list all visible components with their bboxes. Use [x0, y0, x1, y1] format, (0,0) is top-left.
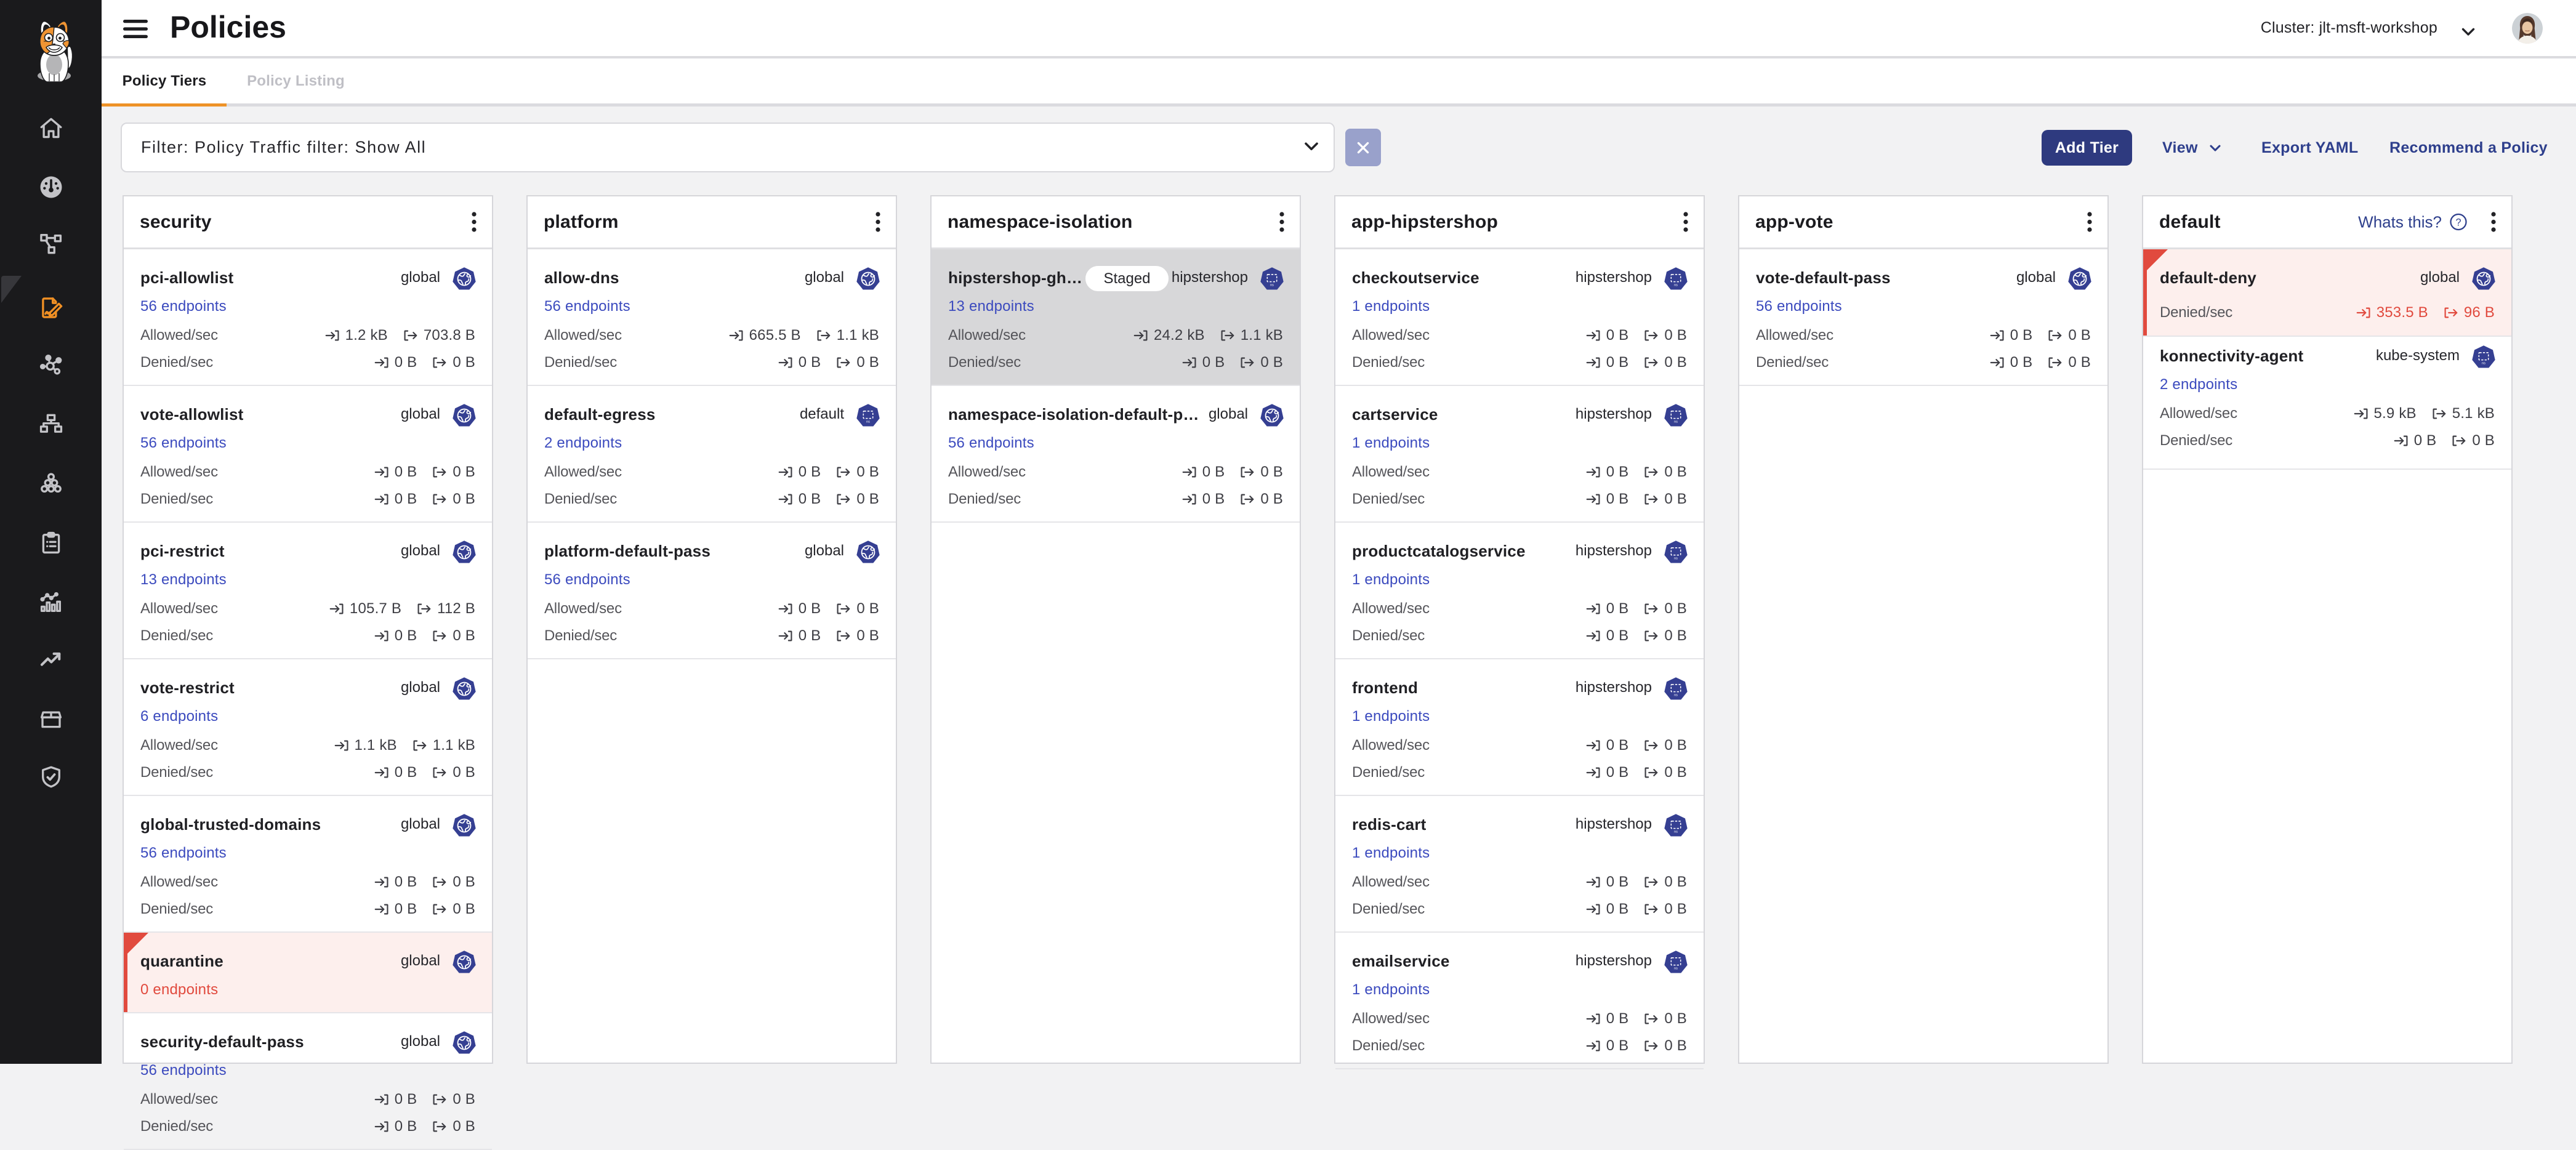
svg-text:ns: ns: [1674, 967, 1678, 970]
svg-text:ns: ns: [1270, 283, 1274, 287]
svg-text:?: ?: [2455, 217, 2461, 228]
svg-text:ns: ns: [1674, 693, 1678, 697]
svg-text:ns: ns: [866, 420, 870, 424]
svg-text:ns: ns: [1674, 283, 1678, 287]
svg-text:ns: ns: [1674, 830, 1678, 834]
svg-text:ns: ns: [2482, 361, 2485, 365]
svg-text:ns: ns: [1674, 420, 1678, 424]
svg-text:ns: ns: [1674, 557, 1678, 560]
